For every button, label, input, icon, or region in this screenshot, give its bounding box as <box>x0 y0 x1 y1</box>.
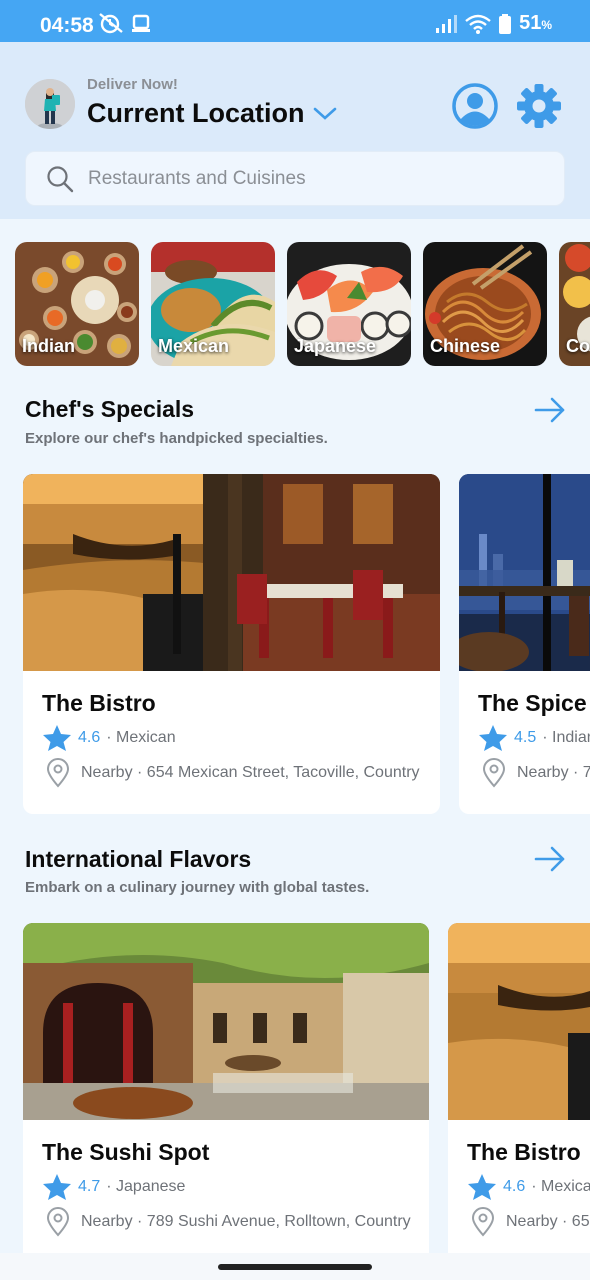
restaurant-name: The Spice <box>478 690 587 716</box>
cuisine-tile-mexican[interactable]: Mexican <box>151 242 275 366</box>
account-icon <box>452 83 498 129</box>
location-title: Current Location <box>87 98 305 128</box>
notification-icon <box>132 14 150 32</box>
settings-button[interactable] <box>515 82 563 130</box>
cuisine-tile-partial[interactable]: Co <box>559 242 590 366</box>
rating-value: 4.5 <box>514 729 537 746</box>
rating-value: 4.7 <box>78 1178 101 1195</box>
rating-value: 4.6 <box>78 729 101 746</box>
battery-level: 51 <box>519 12 542 34</box>
system-nav-bar <box>0 1253 590 1280</box>
cuisine-label: Japanese <box>294 336 377 356</box>
cuisine-tile-indian[interactable]: Indian <box>15 242 139 366</box>
arrow-right-icon <box>534 846 565 872</box>
gear-icon <box>517 84 561 128</box>
restaurant-photo <box>459 474 590 671</box>
profile-button[interactable] <box>451 82 499 130</box>
location-pin-icon <box>46 758 70 788</box>
location-pin-icon <box>46 1207 70 1237</box>
section-subtitle: Explore our chef's handpicked specialtie… <box>25 430 328 447</box>
wifi-icon <box>465 14 491 34</box>
cuisine-label: Indian <box>22 336 75 356</box>
star-icon <box>43 1174 71 1200</box>
search-icon <box>47 165 74 192</box>
see-all-chefs-specials-button[interactable] <box>533 395 567 425</box>
restaurant-address: Nearby · 789 Sushi Avenue, Rolltown, Cou… <box>81 1213 411 1230</box>
header: Deliver Now! Current Location <box>0 42 590 219</box>
avatar[interactable] <box>25 79 75 129</box>
location-pin-icon <box>471 1207 495 1237</box>
rating-value: 4.6 <box>503 1178 526 1195</box>
signal-icon <box>436 14 458 33</box>
section-title-international-flavors: International Flavors <box>25 846 252 872</box>
restaurant-photo <box>448 923 590 1120</box>
cuisine-label: Chinese <box>430 336 501 356</box>
battery-icon <box>499 13 512 34</box>
star-icon <box>43 725 71 751</box>
cuisine-tile-chinese[interactable]: Chinese <box>423 242 547 366</box>
status-time: 04:58 <box>40 14 94 37</box>
cuisine-label: Mexican <box>158 336 230 356</box>
restaurant-name: The Sushi Spot <box>42 1139 210 1165</box>
restaurant-name: The Bistro <box>42 690 156 716</box>
cuisine-tile-japanese[interactable]: Japanese <box>287 242 411 366</box>
restaurant-card[interactable]: The Bistro 4.6 · Mexican Nearby · 654 <box>448 923 590 1253</box>
restaurant-address: Nearby · 654 Mexican Street, Tacoville, … <box>81 764 420 781</box>
location-pin-icon <box>482 758 506 788</box>
search-input[interactable] <box>88 167 528 190</box>
international-flavors-carousel[interactable]: The Sushi Spot 4.7 · Japanese Nearby · 7… <box>0 923 590 1253</box>
search-bar[interactable] <box>25 151 565 206</box>
restaurant-photo <box>23 923 429 1120</box>
cuisine-carousel[interactable]: Indian Mexican Japanese Chinese Co <box>15 242 590 366</box>
restaurant-name: The Bistro <box>467 1139 581 1165</box>
restaurant-address: Nearby · 7 <box>517 764 590 781</box>
status-bar: 04:58 51% <box>0 0 590 42</box>
arrow-right-icon <box>534 397 565 423</box>
section-title-chefs-specials: Chef's Specials <box>25 396 195 422</box>
home-gesture-handle[interactable] <box>218 1264 372 1270</box>
alarm-off-icon <box>99 13 123 34</box>
cuisine-type: · Mexican <box>531 1178 590 1195</box>
star-icon <box>468 1174 496 1200</box>
restaurant-address: Nearby · 654 <box>506 1213 590 1230</box>
cuisine-type: · Japanese <box>106 1178 186 1195</box>
chevron-down-icon <box>313 107 336 120</box>
location-selector[interactable]: Current Location <box>87 98 337 129</box>
chefs-specials-carousel[interactable]: The Bistro 4.6 · Mexican Nearby · 654 Me… <box>0 474 590 814</box>
restaurant-card[interactable]: The Sushi Spot 4.7 · Japanese Nearby · 7… <box>23 923 429 1253</box>
section-subtitle: Embark on a culinary journey with global… <box>25 879 370 896</box>
restaurant-card[interactable]: The Spice 4.5 · Indian Nearby · 7 <box>459 474 590 814</box>
see-all-international-flavors-button[interactable] <box>533 844 567 874</box>
cuisine-type: · Indian <box>542 729 590 746</box>
restaurant-card[interactable]: The Bistro 4.6 · Mexican Nearby · 654 Me… <box>23 474 440 814</box>
deliver-now-label: Deliver Now! <box>87 76 178 93</box>
cuisine-label: Co <box>566 336 590 356</box>
cuisine-type: · Mexican <box>106 729 176 746</box>
star-icon <box>479 725 507 751</box>
restaurant-photo <box>23 474 440 671</box>
